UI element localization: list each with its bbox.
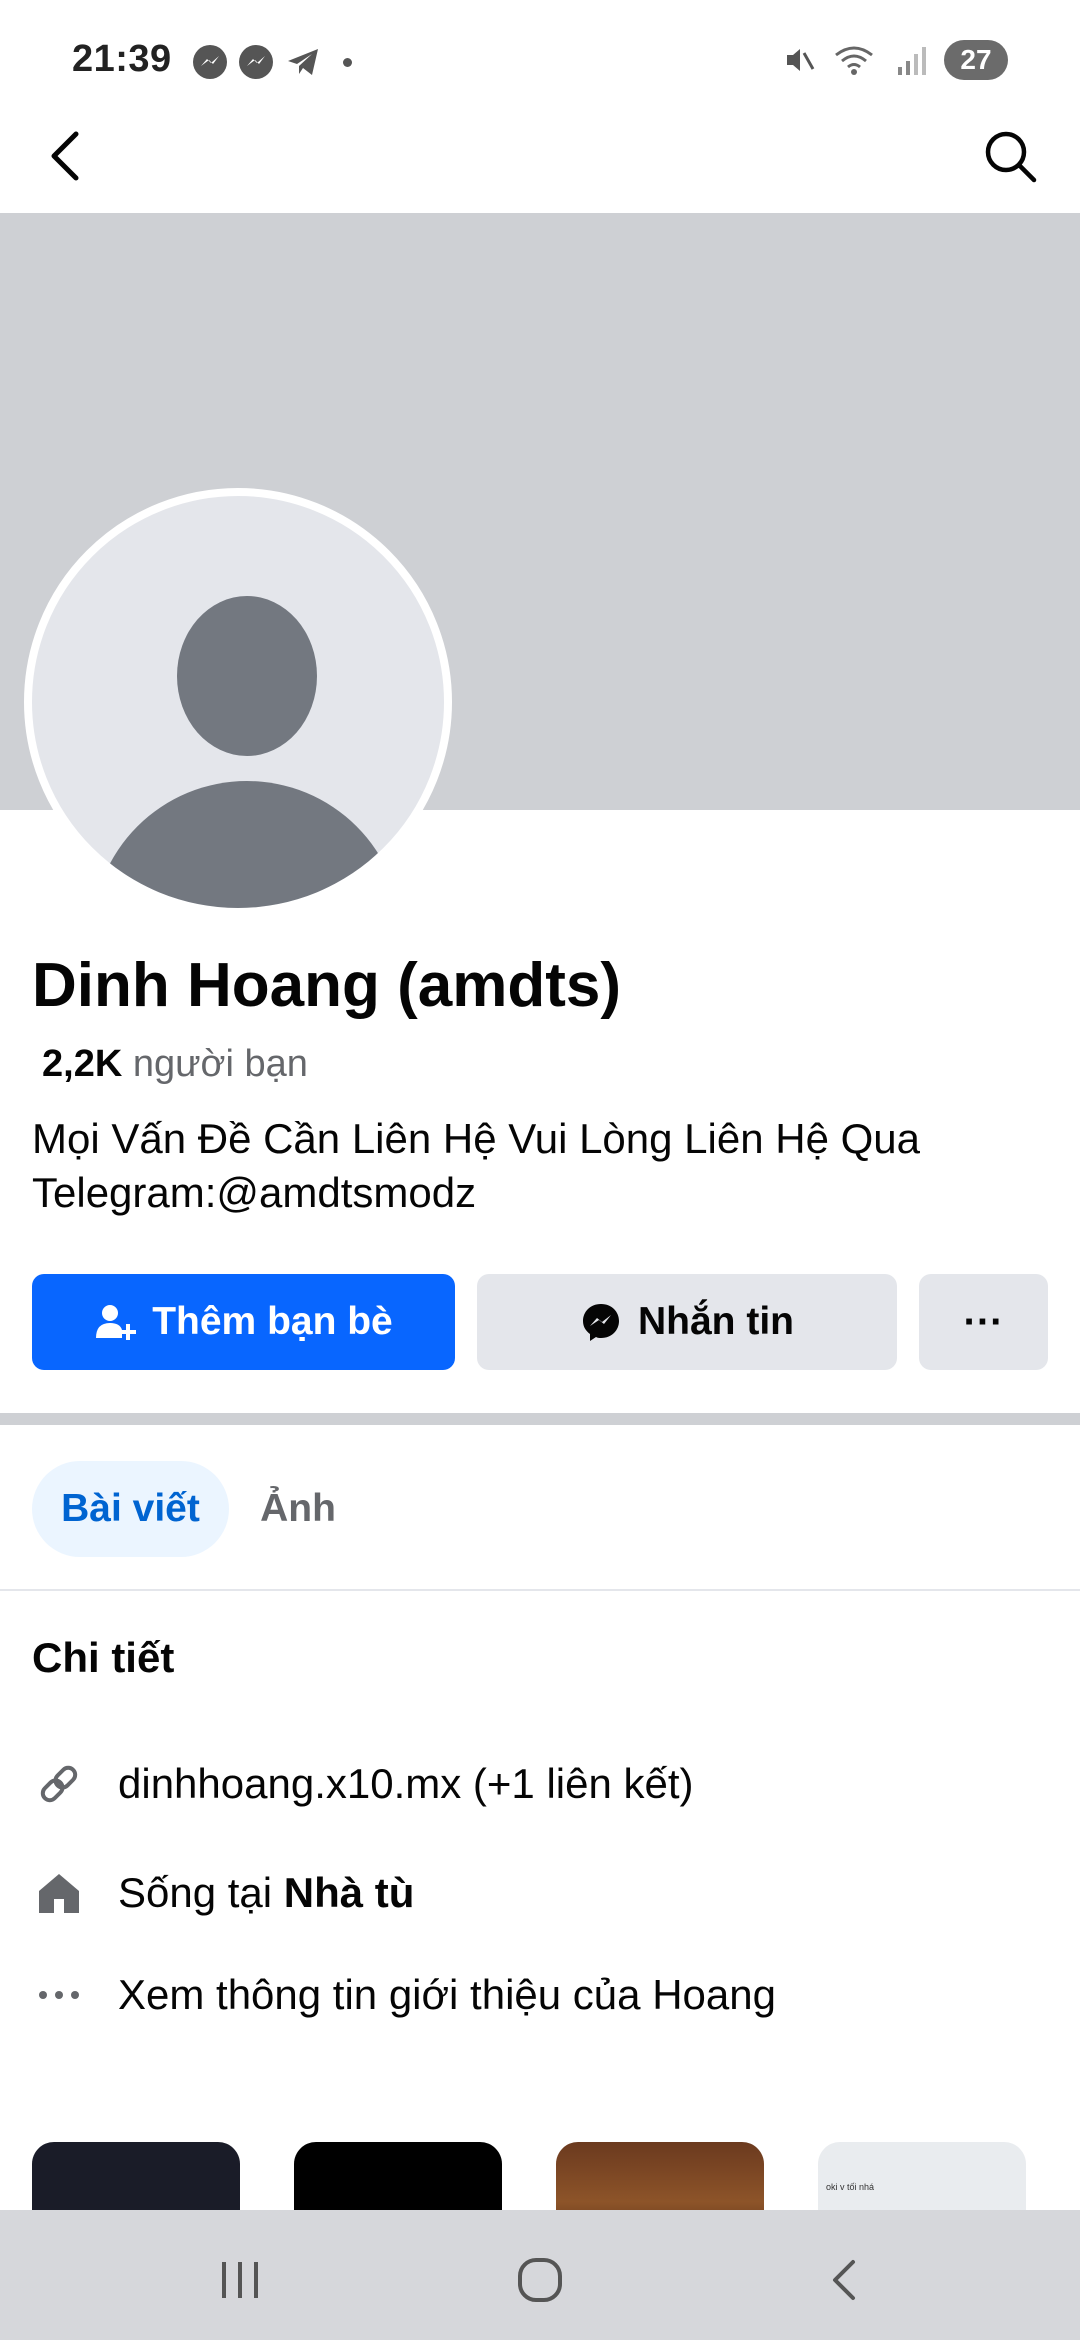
messenger-notification-icon: [239, 45, 273, 79]
avatar-silhouette-head: [177, 596, 317, 756]
tab-posts[interactable]: Bài viết: [32, 1461, 229, 1557]
messenger-notification-icon: [193, 45, 227, 79]
detail-website-link[interactable]: dinhhoang.x10.mx (+1 liên kết): [32, 1757, 694, 1811]
more-dots-icon: [32, 1968, 86, 2022]
home-button-icon[interactable]: [510, 2250, 570, 2310]
mute-icon: [787, 49, 815, 71]
friends-count[interactable]: 2,2K người bạn: [42, 1043, 308, 1086]
back-arrow-icon[interactable]: [40, 120, 90, 190]
tab-photos[interactable]: Ảnh: [240, 1461, 356, 1557]
friends-count-label: người bạn: [132, 1043, 308, 1085]
message-button[interactable]: Nhắn tin: [477, 1274, 897, 1370]
detail-lives-in: Sống tại Nhà tù: [32, 1866, 414, 1920]
detail-link-text: dinhhoang.x10.mx (+1 liên kết): [118, 1760, 694, 1807]
detail-see-about[interactable]: Xem thông tin giới thiệu của Hoang: [32, 1968, 776, 2022]
notification-icons: [193, 44, 352, 80]
status-time: 21:39: [72, 38, 172, 80]
more-options-button[interactable]: ···: [919, 1274, 1048, 1370]
wifi-icon: [835, 46, 873, 75]
see-about-text: Xem thông tin giới thiệu của Hoang: [118, 1971, 776, 2018]
profile-bio: Mọi Vấn Đề Cần Liên Hệ Vui Lòng Liên Hệ …: [32, 1115, 920, 1216]
profile-avatar[interactable]: [24, 488, 452, 916]
system-back-icon[interactable]: [815, 2250, 875, 2310]
friends-count-number: 2,2K: [42, 1043, 123, 1085]
link-icon: [32, 1757, 86, 1811]
details-heading: Chi tiết: [32, 1634, 175, 1681]
recent-apps-icon[interactable]: [210, 2250, 270, 2310]
home-icon: [32, 1866, 86, 1920]
signal-icon: [898, 47, 926, 75]
lives-in-prefix: Sống tại: [118, 1869, 284, 1916]
message-label: Nhắn tin: [638, 1300, 794, 1343]
thumbnail-text: oki v tối nhá: [826, 2182, 875, 2192]
profile-name: Dinh Hoang (amdts): [32, 951, 621, 1020]
avatar-silhouette-body: [92, 781, 402, 908]
messenger-icon: [583, 1304, 619, 1341]
more-options-icon: ···: [963, 1299, 1004, 1344]
add-friend-icon: [96, 1305, 137, 1340]
add-friend-button[interactable]: Thêm bạn bè: [32, 1274, 455, 1370]
battery-level: 27: [944, 40, 1008, 80]
lives-in-place: Nhà tù: [283, 1869, 415, 1916]
telegram-notification-icon: [288, 49, 318, 75]
section-divider: [0, 1413, 1080, 1425]
status-right-icons: 27: [782, 40, 1008, 80]
more-notifications-dot: [343, 57, 352, 67]
tabs-divider: [0, 1589, 1080, 1591]
add-friend-label: Thêm bạn bè: [152, 1300, 393, 1343]
search-icon[interactable]: [980, 126, 1040, 186]
